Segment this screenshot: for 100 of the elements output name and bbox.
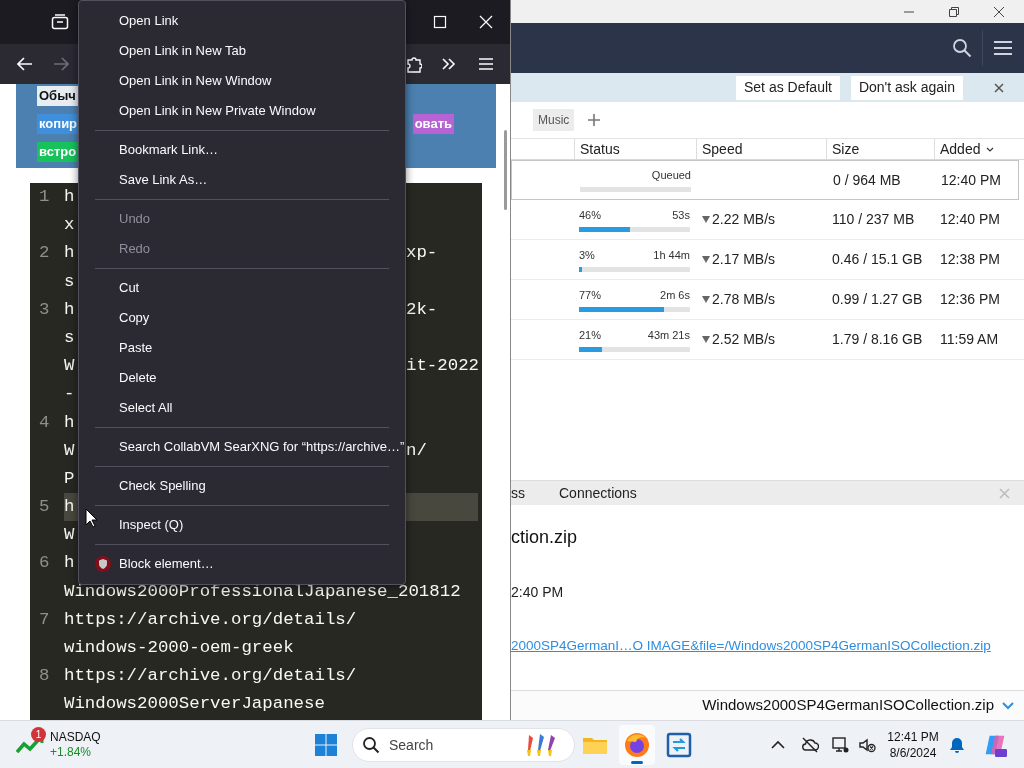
tag[interactable]: Обыч (37, 86, 78, 106)
progress-percent: 77% (579, 287, 602, 303)
table-row[interactable]: 77% 2m 6s 2.78 MB/s 0.99 / 1.27 GB 12:36 PM (511, 280, 1024, 320)
menu-item[interactable]: Cut (79, 273, 405, 303)
speed-text: 2.52 MB/s (712, 330, 776, 349)
code-text: Windows2000ServerJapanese (64, 694, 325, 714)
menu-item[interactable]: Search CollabVM SearXNG for “https://archive…” (79, 432, 405, 462)
code-text: P (64, 468, 75, 488)
maximize-button[interactable] (433, 15, 447, 29)
table-row[interactable]: 46% 53s 2.22 MB/s 110 / 237 MB 12:40 PM (511, 200, 1024, 240)
status-text: 2m 6s (660, 287, 690, 303)
close-button[interactable] (479, 15, 493, 29)
progress-percent: 3% (579, 247, 595, 263)
column-header[interactable]: Speed (696, 139, 826, 159)
down-triangle-icon (702, 296, 710, 303)
down-triangle-icon (702, 216, 710, 223)
size-text: 0.99 / 1.27 GB (832, 291, 923, 307)
size-text: 0.46 / 15.1 GB (832, 251, 923, 267)
menu-item[interactable]: Save Link As… (79, 165, 405, 195)
code-text: xp- (406, 242, 438, 265)
puzzle-icon (406, 55, 422, 73)
table-row[interactable]: 21% 43m 21s 2.52 MB/s 1.79 / 8.16 GB 11:59 AM (511, 320, 1024, 360)
menu-item[interactable]: Open Link in New Window (79, 66, 405, 96)
back-arrow-icon (17, 57, 33, 71)
line-number: 1 (39, 187, 50, 206)
line-number: 5 (39, 497, 50, 517)
chevron-icon (1002, 701, 1014, 710)
restore-icon (947, 5, 960, 18)
menu-item[interactable]: Inspect (Q) (79, 510, 405, 540)
line-number: 8 (39, 666, 50, 686)
back-button[interactable] (17, 57, 33, 71)
clock-time[interactable]: 12:41 PM (882, 728, 944, 745)
code-text: h (64, 412, 75, 432)
table-row[interactable]: 3% 1h 44m 2.17 MB/s 0.46 / 15.1 GB 12:38 PM (511, 240, 1024, 280)
tag[interactable]: овать (412, 114, 454, 134)
taskbar-app[interactable] (619, 724, 655, 765)
bell-icon[interactable] (948, 735, 966, 754)
menu-item[interactable]: Bookmark Link… (79, 135, 405, 165)
size-text: 110 / 237 MB (832, 211, 915, 227)
search-field[interactable]: Search (352, 727, 575, 762)
app-icon (665, 730, 693, 759)
download-link[interactable]: 2000SP4GermanI…O IMAGE&file=/Windows2000SP4GermanISOCollection.zip (511, 636, 991, 657)
line-number: 7 (39, 609, 50, 629)
progress-percent: 21% (579, 327, 602, 343)
widget-title: NASDAQ (50, 729, 101, 745)
code-text: n/ (406, 439, 427, 462)
menu-item[interactable]: Paste (79, 333, 405, 363)
speed-text: 2.78 MB/s (712, 290, 776, 309)
column-header[interactable]: Size (826, 139, 934, 159)
added-time: 12:40 PM (941, 171, 1001, 188)
code-text: it-2022 (406, 355, 480, 378)
code-text: h (64, 553, 75, 573)
menu-item[interactable]: Block element… (79, 549, 405, 579)
line-number: 3 (39, 299, 50, 319)
panel-tab[interactable]: Connections (559, 482, 637, 504)
cloud-icon[interactable] (801, 735, 819, 754)
overflow-button[interactable] (441, 57, 457, 71)
menu-item[interactable]: Delete (79, 363, 405, 393)
menu-icon (478, 57, 494, 71)
code-text: W (64, 356, 75, 376)
panel-tab[interactable]: ss (511, 482, 525, 504)
sort-caret-icon (986, 146, 995, 152)
menu-item[interactable]: Open Link in New Tab (79, 36, 405, 66)
added-time: 12:38 PM (940, 251, 1000, 267)
tab-overview-button[interactable] (51, 14, 69, 30)
menu-item[interactable]: Copy (79, 303, 405, 333)
progress-percent: 46% (579, 207, 602, 223)
notification-button[interactable]: Don't ask again (850, 75, 963, 100)
scrollbar-thumb[interactable] (504, 130, 507, 210)
menu-item[interactable]: Open Link in New Private Window (79, 96, 405, 126)
status-text: 1h 44m (653, 247, 690, 263)
table-row[interactable]: Queued 0 / 964 MB 12:40 PM (511, 160, 1019, 200)
menu-item[interactable]: Select All (79, 393, 405, 423)
added-time: 2:40 PM (511, 583, 564, 602)
added-time: 12:36 PM (940, 291, 1000, 307)
expand-button[interactable] (1002, 701, 1014, 710)
column-header[interactable]: Added (934, 139, 1018, 159)
size-text: 0 / 964 MB (833, 171, 901, 188)
clock-date[interactable]: 8/6/2024 (882, 744, 944, 761)
code-text: Windows2000ProfessionalJapanese_201812 (64, 581, 461, 601)
code-text: x (64, 215, 75, 235)
category-tab[interactable]: Music (533, 109, 575, 131)
monitor-icon[interactable] (831, 735, 849, 754)
close-icon (479, 15, 493, 29)
status-text: 53s (672, 207, 690, 223)
speed-text: 2.22 MB/s (712, 210, 776, 229)
pointer-icon (85, 508, 98, 528)
chevrons-icon (441, 57, 457, 71)
size-text: 1.79 / 8.16 GB (832, 331, 923, 347)
plus-icon[interactable] (587, 113, 602, 127)
widget-button[interactable]: 1 NASDAQ +1.84% (16, 729, 110, 760)
extensions-button[interactable] (406, 55, 422, 73)
column-header[interactable]: Status (574, 139, 696, 159)
menu-button[interactable] (478, 57, 494, 71)
line-number: 6 (39, 553, 50, 573)
notification-button[interactable]: Set as Default (736, 75, 840, 100)
search-icon (952, 38, 972, 58)
menu-item[interactable]: Check Spelling (79, 471, 405, 501)
code-text: h (64, 187, 75, 206)
code-text: h (64, 497, 75, 517)
